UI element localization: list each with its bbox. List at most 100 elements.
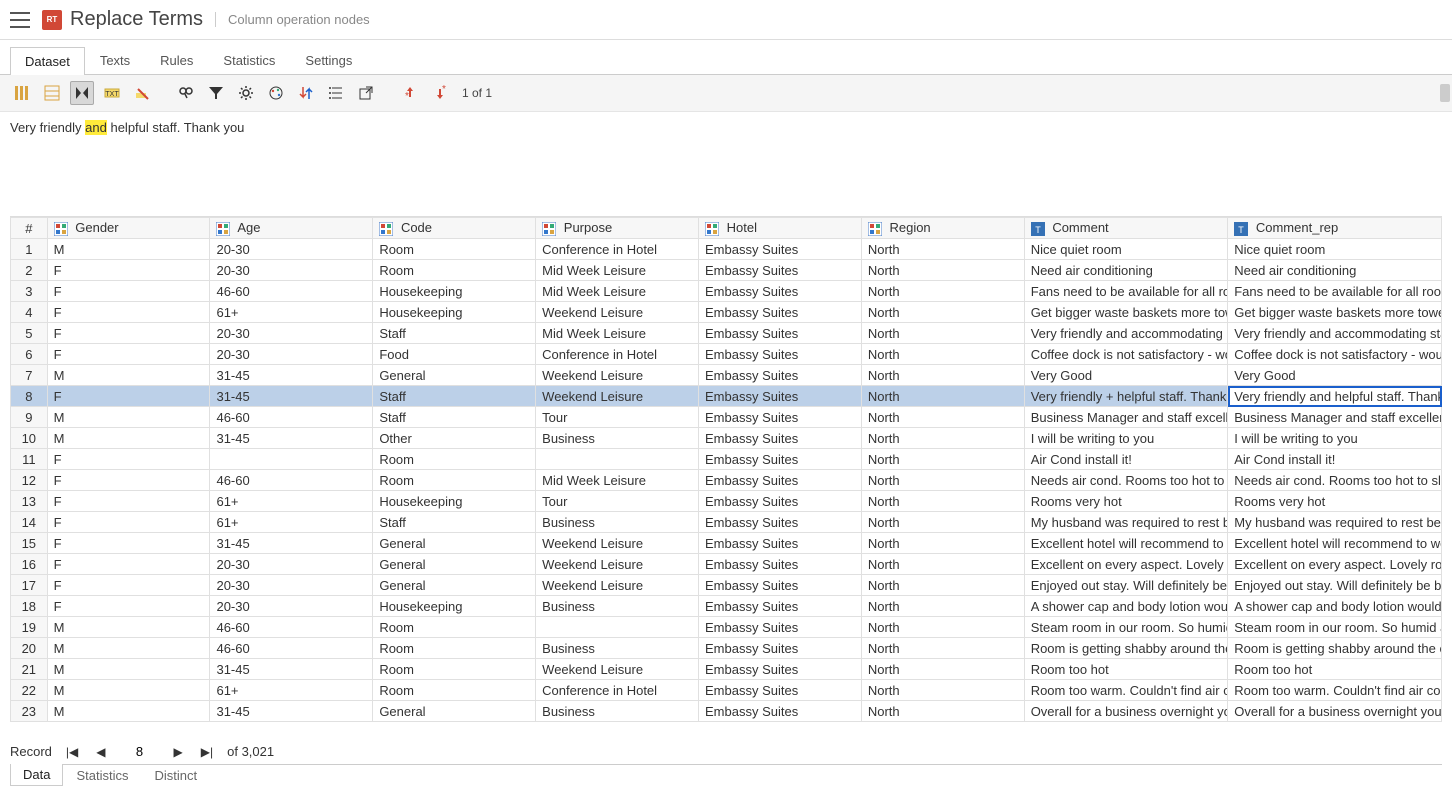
bottom-tab-statistics[interactable]: Statistics	[63, 765, 141, 787]
cell-gender[interactable]: M	[47, 428, 210, 449]
table-row[interactable]: 5F20-30StaffMid Week LeisureEmbassy Suit…	[11, 323, 1442, 344]
cell-comment[interactable]: Need air conditioning	[1024, 260, 1228, 281]
cell-age[interactable]: 61+	[210, 491, 373, 512]
cell-rownum[interactable]: 8	[11, 386, 48, 407]
split-view-icon[interactable]	[70, 81, 94, 105]
cell-hotel[interactable]: Embassy Suites	[699, 260, 862, 281]
column-header-age[interactable]: Age	[210, 218, 373, 239]
cell-age[interactable]: 31-45	[210, 533, 373, 554]
prev-record-icon[interactable]: ◀	[92, 745, 109, 759]
cell-age[interactable]: 31-45	[210, 365, 373, 386]
cell-age[interactable]: 46-60	[210, 407, 373, 428]
list-icon[interactable]	[324, 81, 348, 105]
cell-code[interactable]: Food	[373, 344, 536, 365]
tab-statistics[interactable]: Statistics	[208, 46, 290, 74]
cell-comment_rep[interactable]: I will be writing to you	[1228, 428, 1442, 449]
cell-age[interactable]: 61+	[210, 680, 373, 701]
cell-hotel[interactable]: Embassy Suites	[699, 638, 862, 659]
cell-gender[interactable]: F	[47, 260, 210, 281]
cell-gender[interactable]: M	[47, 407, 210, 428]
cell-code[interactable]: Room	[373, 260, 536, 281]
table-row[interactable]: 11FRoomEmbassy SuitesNorthAir Cond insta…	[11, 449, 1442, 470]
cell-age[interactable]: 20-30	[210, 323, 373, 344]
cell-comment_rep[interactable]: Get bigger waste baskets more towels	[1228, 302, 1442, 323]
cell-age[interactable]: 20-30	[210, 239, 373, 260]
cell-region[interactable]: North	[861, 239, 1024, 260]
cell-code[interactable]: General	[373, 554, 536, 575]
cell-comment_rep[interactable]: Overall for a business overnight your	[1228, 701, 1442, 722]
clear-highlight-icon[interactable]	[130, 81, 154, 105]
cell-purpose[interactable]	[536, 617, 699, 638]
cell-age[interactable]: 31-45	[210, 659, 373, 680]
cell-age[interactable]: 46-60	[210, 470, 373, 491]
cell-code[interactable]: Other	[373, 428, 536, 449]
column-header-comment_rep[interactable]: T Comment_rep	[1228, 218, 1442, 239]
cell-code[interactable]: General	[373, 533, 536, 554]
cell-comment[interactable]: Steam room in our room. So humid at	[1024, 617, 1228, 638]
cell-region[interactable]: North	[861, 596, 1024, 617]
table-row[interactable]: 14F61+StaffBusinessEmbassy SuitesNorthMy…	[11, 512, 1442, 533]
cell-code[interactable]: Room	[373, 617, 536, 638]
cell-age[interactable]: 46-60	[210, 638, 373, 659]
cell-comment_rep[interactable]: Coffee dock is not satisfactory - would	[1228, 344, 1442, 365]
table-row[interactable]: 16F20-30GeneralWeekend LeisureEmbassy Su…	[11, 554, 1442, 575]
table-row[interactable]: 22M61+RoomConference in HotelEmbassy Sui…	[11, 680, 1442, 701]
cell-hotel[interactable]: Embassy Suites	[699, 554, 862, 575]
tab-settings[interactable]: Settings	[290, 46, 367, 74]
cell-age[interactable]: 61+	[210, 302, 373, 323]
cell-comment_rep[interactable]: Air Cond install it!	[1228, 449, 1442, 470]
cell-gender[interactable]: F	[47, 491, 210, 512]
cell-hotel[interactable]: Embassy Suites	[699, 281, 862, 302]
data-grid[interactable]: # Gender Age Code Purpose Hotel RegionT …	[10, 216, 1442, 737]
cell-code[interactable]: Room	[373, 638, 536, 659]
table-row[interactable]: 12F46-60RoomMid Week LeisureEmbassy Suit…	[11, 470, 1442, 491]
cell-code[interactable]: Room	[373, 470, 536, 491]
cell-purpose[interactable]: Mid Week Leisure	[536, 323, 699, 344]
cell-comment[interactable]: Excellent hotel will recommend to	[1024, 533, 1228, 554]
cell-purpose[interactable]: Business	[536, 428, 699, 449]
popout-icon[interactable]	[354, 81, 378, 105]
cell-age[interactable]: 20-30	[210, 554, 373, 575]
cell-rownum[interactable]: 20	[11, 638, 48, 659]
cell-comment_rep[interactable]: Business Manager and staff excellent	[1228, 407, 1442, 428]
cell-hotel[interactable]: Embassy Suites	[699, 617, 862, 638]
cell-purpose[interactable]: Mid Week Leisure	[536, 260, 699, 281]
cell-rownum[interactable]: 17	[11, 575, 48, 596]
cell-comment_rep[interactable]: Very friendly and helpful staff. Thank y…	[1228, 386, 1442, 407]
cell-comment_rep[interactable]: Excellent hotel will recommend to world	[1228, 533, 1442, 554]
cell-comment_rep[interactable]: Need air conditioning	[1228, 260, 1442, 281]
cell-comment_rep[interactable]: Room is getting shabby around the edge	[1228, 638, 1442, 659]
cell-hotel[interactable]: Embassy Suites	[699, 470, 862, 491]
cell-comment[interactable]: Overall for a business overnight your	[1024, 701, 1228, 722]
cell-hotel[interactable]: Embassy Suites	[699, 533, 862, 554]
cell-comment[interactable]: Nice quiet room	[1024, 239, 1228, 260]
cell-gender[interactable]: F	[47, 512, 210, 533]
cell-code[interactable]: Housekeeping	[373, 596, 536, 617]
cell-hotel[interactable]: Embassy Suites	[699, 428, 862, 449]
cell-comment[interactable]: A shower cap and body lotion would	[1024, 596, 1228, 617]
tab-rules[interactable]: Rules	[145, 46, 208, 74]
columns-icon[interactable]	[10, 81, 34, 105]
cell-hotel[interactable]: Embassy Suites	[699, 407, 862, 428]
cell-comment[interactable]: Enjoyed out stay. Will definitely be bac…	[1024, 575, 1228, 596]
table-row[interactable]: 17F20-30GeneralWeekend LeisureEmbassy Su…	[11, 575, 1442, 596]
cell-region[interactable]: North	[861, 407, 1024, 428]
cell-rownum[interactable]: 7	[11, 365, 48, 386]
cell-rownum[interactable]: 2	[11, 260, 48, 281]
cell-comment[interactable]: Air Cond install it!	[1024, 449, 1228, 470]
cell-comment[interactable]: Room too warm. Couldn't find air con	[1024, 680, 1228, 701]
cell-comment_rep[interactable]: Steam room in our room. So humid at	[1228, 617, 1442, 638]
cell-comment[interactable]: Very friendly and accommodating	[1024, 323, 1228, 344]
cell-purpose[interactable]: Weekend Leisure	[536, 533, 699, 554]
cell-gender[interactable]: F	[47, 344, 210, 365]
gear-icon[interactable]	[234, 81, 258, 105]
cell-purpose[interactable]: Business	[536, 512, 699, 533]
table-row[interactable]: 4F61+HousekeepingWeekend LeisureEmbassy …	[11, 302, 1442, 323]
cell-rownum[interactable]: 6	[11, 344, 48, 365]
cell-comment[interactable]: Needs air cond. Rooms too hot to sleep	[1024, 470, 1228, 491]
cell-rownum[interactable]: 16	[11, 554, 48, 575]
cell-age[interactable]: 20-30	[210, 260, 373, 281]
table-row[interactable]: 13F61+HousekeepingTourEmbassy SuitesNort…	[11, 491, 1442, 512]
cell-comment[interactable]: Room is getting shabby around the	[1024, 638, 1228, 659]
record-number-input[interactable]	[120, 744, 160, 759]
